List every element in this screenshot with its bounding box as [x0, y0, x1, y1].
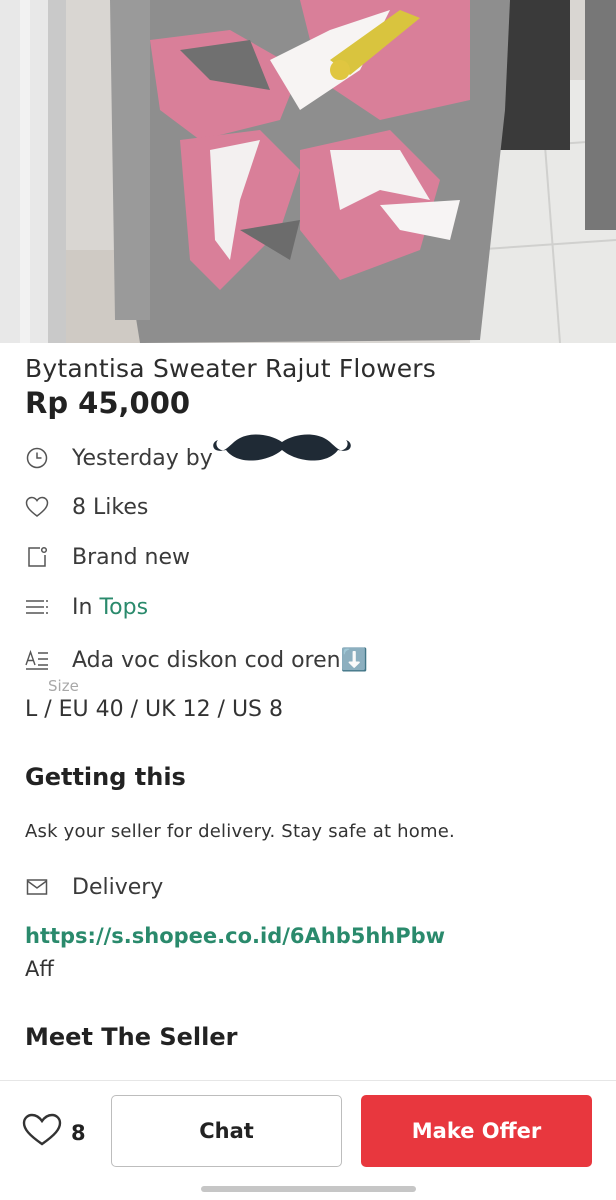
posted-row: Yesterday by — [25, 443, 213, 473]
heart-outline-icon — [22, 1113, 62, 1146]
redaction-mustache-icon — [213, 434, 351, 461]
delivery-row: Delivery — [25, 872, 163, 902]
text-icon — [25, 648, 49, 672]
category-text: In Tops — [72, 595, 148, 620]
size-label: Size — [48, 677, 79, 695]
product-title: Bytantisa Sweater Rajut Flowers — [25, 354, 437, 383]
like-button[interactable] — [22, 1113, 62, 1147]
sweater-image — [0, 0, 616, 343]
condition-text: Brand new — [72, 544, 190, 570]
getting-heading: Getting this — [25, 763, 186, 791]
description-text: Ada voc diskon cod oren⬇️ — [72, 647, 368, 673]
posted-text: Yesterday by — [72, 445, 213, 471]
clock-icon — [25, 446, 49, 470]
aff-text: Aff — [25, 957, 54, 981]
list-icon — [25, 595, 49, 619]
delivery-note: Ask your seller for delivery. Stay safe … — [25, 821, 455, 842]
delivery-text: Delivery — [72, 874, 164, 900]
bottom-action-bar: 8 Chat Make Offer — [0, 1080, 616, 1180]
home-indicator[interactable] — [201, 1186, 416, 1192]
size-value: L / EU 40 / UK 12 / US 8 — [25, 697, 284, 722]
likes-text[interactable]: 8 Likes — [72, 495, 148, 520]
category-link[interactable]: Tops — [99, 595, 148, 620]
make-offer-button[interactable]: Make Offer — [361, 1095, 592, 1167]
description-row: Ada voc diskon cod oren⬇️ — [25, 645, 368, 675]
mail-icon — [25, 875, 49, 899]
chat-button[interactable]: Chat — [111, 1095, 342, 1167]
category-prefix: In — [72, 594, 100, 620]
likes-row[interactable]: 8 Likes — [25, 492, 148, 522]
like-count: 8 — [71, 1121, 86, 1145]
shopee-link[interactable]: https://s.shopee.co.id/6Ahb5hhPbw — [25, 924, 445, 948]
category-row: In Tops — [25, 592, 148, 622]
tag-icon — [25, 545, 49, 569]
seller-heading: Meet The Seller — [25, 1023, 238, 1051]
product-price: Rp 45,000 — [25, 386, 191, 420]
product-photo[interactable] — [0, 0, 616, 343]
condition-row: Brand new — [25, 542, 190, 572]
heart-icon — [25, 495, 49, 519]
